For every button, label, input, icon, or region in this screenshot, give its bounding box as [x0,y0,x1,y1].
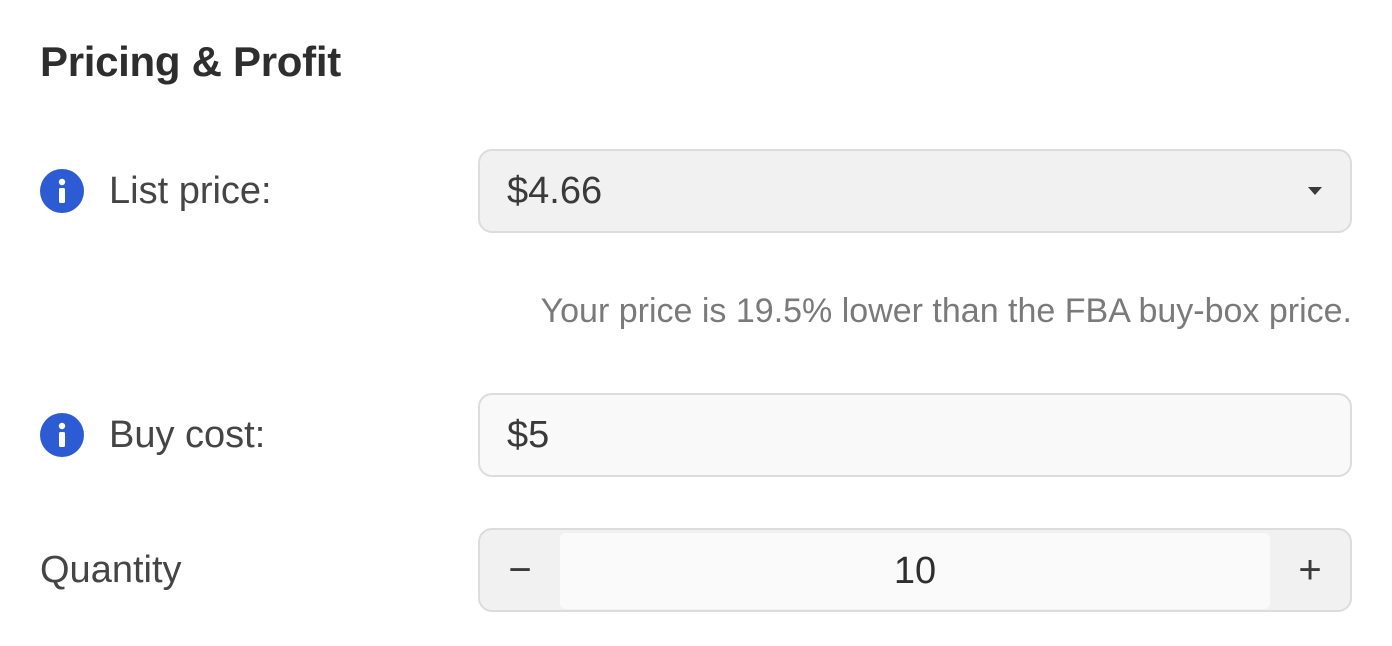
list-price-label: List price: [109,169,272,212]
info-icon[interactable] [40,169,84,213]
list-price-value: $4.66 [507,169,603,212]
info-icon[interactable] [40,413,84,457]
quantity-label: Quantity [40,548,182,591]
price-comparison-hint: Your price is 19.5% lower than the FBA b… [540,292,1352,330]
buy-cost-label-group: Buy cost: [40,393,265,477]
buy-cost-value: $5 [507,413,550,456]
list-price-label-group: List price: [40,149,272,233]
quantity-label-group: Quantity [40,528,182,612]
section-title: Pricing & Profit [40,38,341,85]
increment-button[interactable]: + [1270,530,1350,610]
pricing-profit-panel: Pricing & Profit List price: $4.66 Your … [0,0,1392,646]
quantity-stepper[interactable]: − 10 + [478,528,1352,612]
buy-cost-input[interactable]: $5 [478,393,1352,477]
list-price-select[interactable]: $4.66 [478,149,1352,233]
buy-cost-label: Buy cost: [109,413,266,456]
chevron-down-icon [1308,187,1322,195]
decrement-button[interactable]: − [480,530,560,610]
quantity-input[interactable]: 10 [560,533,1270,609]
